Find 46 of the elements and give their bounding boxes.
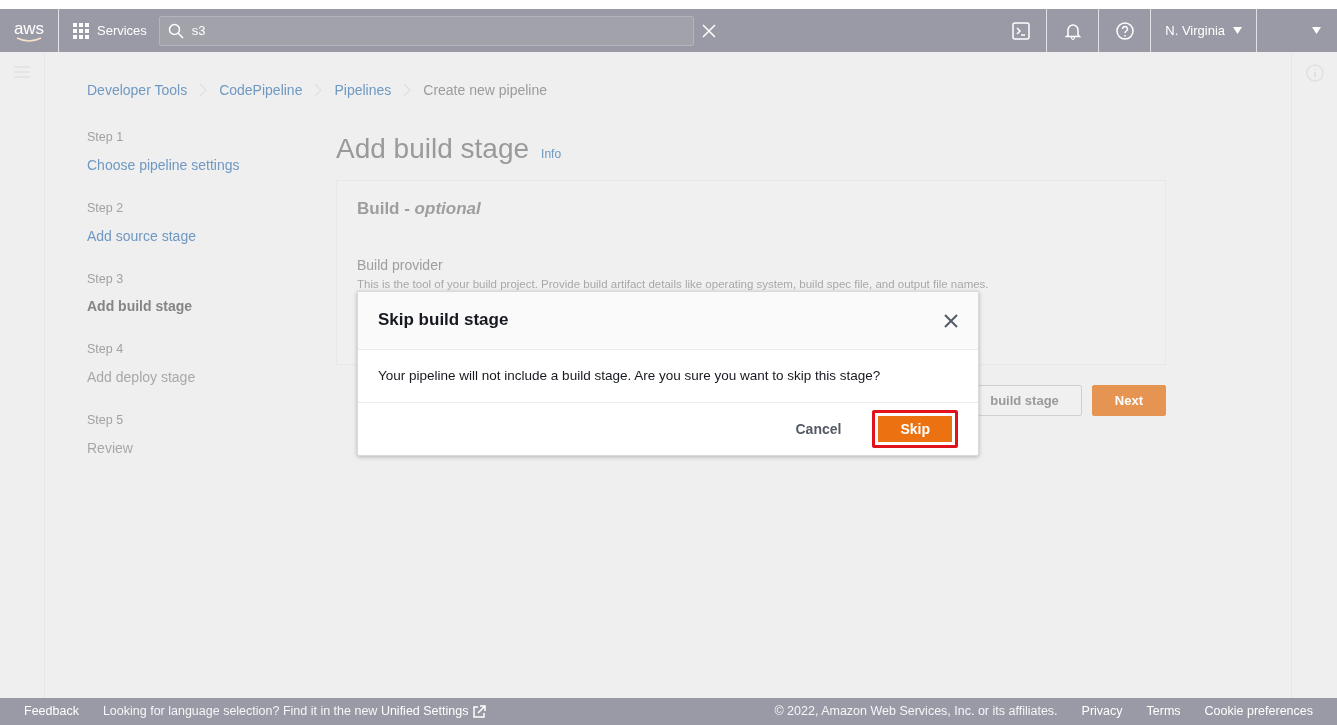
step-title[interactable]: Add source stage: [87, 225, 336, 247]
dialog-message: Your pipeline will not include a build stage. Are you sure you want to skip this stage?: [378, 366, 881, 385]
step-title[interactable]: Choose pipeline settings: [87, 154, 336, 176]
caret-icon: [1233, 27, 1242, 34]
region-menu[interactable]: N. Virginia: [1165, 20, 1242, 41]
step-number: Step 1: [87, 129, 125, 146]
step-number: Step 3: [87, 270, 125, 288]
breadcrumb-current: Create new pipeline: [423, 80, 547, 100]
footer-link[interactable]: Cookie preferences: [1204, 702, 1313, 721]
feedback-link[interactable]: Feedback: [24, 702, 79, 721]
step-number: Step 2: [87, 199, 125, 217]
card-title: Build - optional: [357, 199, 482, 220]
dialog-title: Skip build stage: [378, 310, 509, 331]
field-label: Build provider: [357, 256, 444, 276]
unified-settings-link[interactable]: Unified Settings: [380, 704, 469, 719]
language-notice: Looking for language selection? Find it in the new Unified Settings: [102, 702, 487, 721]
step-number: Step 5: [87, 412, 125, 429]
step-title: Review: [87, 438, 134, 458]
cancel-button[interactable]: Cancel: [786, 411, 851, 447]
help-icon[interactable]: [1115, 21, 1134, 40]
step-number: Step 4: [87, 341, 125, 359]
search-icon: [167, 22, 184, 39]
field-description: This is the tool of your build project. Provide build artifact details like operating system, build spec file, and output file names.: [357, 277, 990, 293]
bell-icon[interactable]: [1063, 21, 1082, 40]
step-title: Add build stage: [87, 297, 193, 317]
copyright-text: © 2022, Amazon Web Services, Inc. or its affiliates.: [774, 703, 1058, 721]
footer-link[interactable]: Privacy: [1081, 702, 1123, 721]
next-button[interactable]: Next: [1091, 385, 1166, 416]
skip-button[interactable]: Skip: [872, 410, 958, 448]
breadcrumb-link[interactable]: Pipelines: [334, 79, 392, 101]
skip-stage-button[interactable]: build stage: [977, 385, 1082, 416]
footer-link[interactable]: Terms: [1146, 702, 1181, 721]
search-field[interactable]: s3: [158, 15, 694, 46]
terminal-icon[interactable]: [1011, 21, 1030, 40]
services-button[interactable]: Services: [73, 20, 147, 41]
external-link-icon[interactable]: [472, 704, 487, 719]
caret-icon[interactable]: [1312, 27, 1321, 34]
info-link[interactable]: Info: [541, 145, 562, 163]
aws-logo[interactable]: aws: [10, 19, 54, 42]
grid-icon: [73, 22, 89, 39]
smile-icon: [16, 36, 42, 42]
page-title: Add build stage: [336, 132, 530, 166]
close-icon[interactable]: [944, 313, 958, 328]
breadcrumb-link[interactable]: Developer Tools: [87, 79, 188, 101]
step-title: Add deploy stage: [87, 368, 197, 387]
breadcrumb-link[interactable]: CodePipeline: [219, 79, 303, 101]
